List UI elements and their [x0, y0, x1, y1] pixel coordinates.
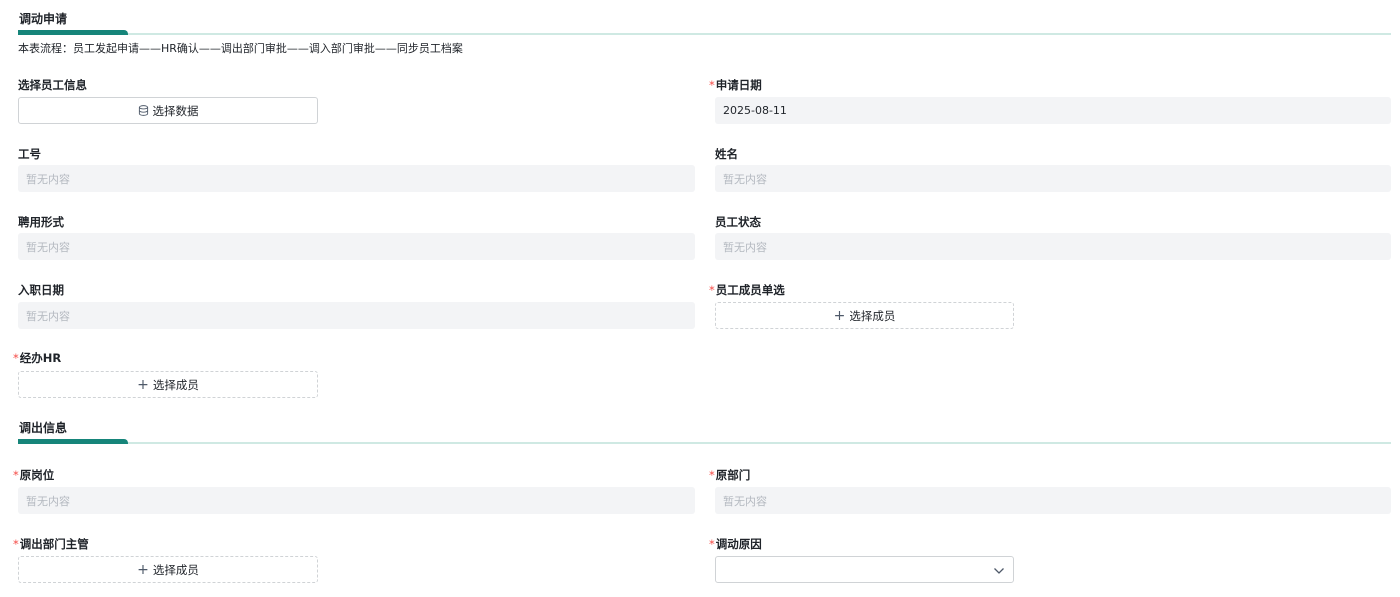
select-member-label: 选择成员 [849, 308, 896, 323]
section-divider-accent [18, 30, 128, 35]
employment-type-field: 暂无内容 [18, 233, 695, 260]
label-apply-date: *申请日期 [709, 78, 762, 92]
label-select-employee: 选择员工信息 [18, 78, 87, 92]
process-description: 本表流程：员工发起申请——HR确认——调出部门审批——调入部门审批——同步员工档… [18, 42, 463, 55]
original-dept-field: 暂无内容 [715, 487, 1391, 514]
label-transfer-reason: *调动原因 [709, 537, 762, 551]
transfer-reason-select[interactable] [715, 556, 1014, 583]
label-employee-no: 工号 [18, 147, 41, 161]
plus-icon: + [137, 376, 149, 393]
label-out-dept-manager: *调出部门主管 [13, 537, 89, 551]
required-mark: * [13, 351, 19, 365]
employee-no-field: 暂无内容 [18, 165, 695, 192]
label-original-position: *原岗位 [13, 468, 55, 482]
name-field: 暂无内容 [715, 165, 1391, 192]
label-employee-status: 员工状态 [715, 215, 761, 229]
required-mark: * [709, 537, 715, 551]
select-member-label: 选择成员 [152, 562, 199, 577]
label-handler-hr: *经办HR [13, 351, 62, 365]
required-mark: * [13, 537, 19, 551]
plus-icon: + [137, 561, 149, 578]
apply-date-field[interactable]: 2025-08-11 [715, 97, 1391, 124]
section-divider [18, 30, 1391, 35]
required-mark: * [13, 468, 19, 482]
label-employment-type: 聘用形式 [18, 215, 64, 229]
select-data-button-label: 选择数据 [152, 103, 199, 118]
employee-status-field: 暂无内容 [715, 233, 1391, 260]
required-mark: * [709, 283, 715, 297]
select-data-button[interactable]: 选择数据 [18, 97, 318, 124]
select-member-button-manager[interactable]: + 选择成员 [18, 556, 318, 583]
select-member-button-single[interactable]: + 选择成员 [715, 302, 1014, 329]
label-hire-date: 入职日期 [18, 283, 64, 297]
section-title-transfer-out: 调出信息 [19, 421, 68, 435]
required-mark: * [709, 78, 715, 92]
original-position-field: 暂无内容 [18, 487, 695, 514]
select-member-button-hr[interactable]: + 选择成员 [18, 371, 318, 398]
section-divider-accent [18, 439, 128, 444]
chevron-down-icon [993, 560, 1005, 579]
select-member-label: 选择成员 [152, 377, 199, 392]
plus-icon: + [833, 307, 846, 324]
required-mark: * [709, 468, 715, 482]
section-divider [18, 439, 1391, 444]
label-name: 姓名 [715, 147, 738, 161]
section-divider-track [18, 442, 1391, 444]
database-icon [138, 105, 149, 116]
section-title-transfer-apply: 调动申请 [19, 12, 68, 26]
section-divider-track [18, 33, 1391, 35]
label-member-single: *员工成员单选 [709, 283, 785, 297]
hire-date-field: 暂无内容 [18, 302, 695, 329]
label-original-dept: *原部门 [709, 468, 751, 482]
